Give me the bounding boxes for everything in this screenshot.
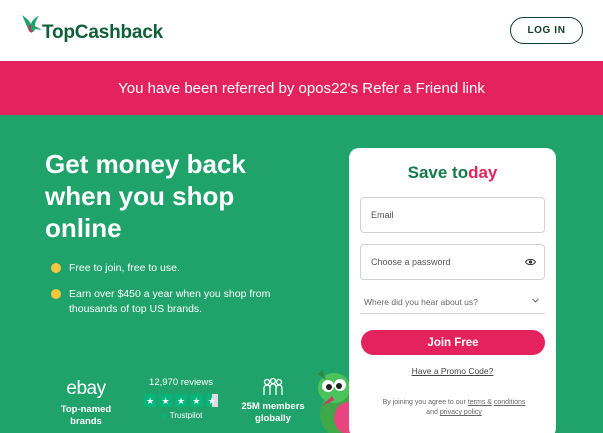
trustpilot-rating: ★ ★ ★ ★ ★ bbox=[143, 394, 219, 407]
trustpilot-logo: ★ Trustpilot bbox=[144, 410, 218, 422]
terms-link[interactable]: terms & bbox=[468, 399, 492, 406]
benefit-item: Earn over $450 a year when you shop from… bbox=[51, 287, 291, 317]
password-placeholder: Choose a password bbox=[371, 257, 451, 267]
privacy-policy-link[interactable]: privacy policy bbox=[440, 409, 482, 416]
terms-notice: By joining you agree to our terms & cond… bbox=[379, 398, 529, 418]
trustpilot-star-icon: ★ bbox=[159, 411, 168, 421]
and-text: and bbox=[426, 409, 438, 416]
email-field[interactable]: Email bbox=[360, 197, 545, 233]
referral-message: You have been referred by opos22's Refer… bbox=[118, 79, 485, 97]
promo-code-link[interactable]: Have a Promo Code? bbox=[349, 366, 556, 376]
stat-trustpilot: 12,970 reviews ★ ★ ★ ★ ★ ★ Trustpilot bbox=[143, 377, 219, 422]
half-star-icon: ★ bbox=[205, 394, 219, 407]
referral-banner: You have been referred by opos22's Refer… bbox=[0, 61, 603, 115]
eye-icon[interactable] bbox=[525, 258, 536, 266]
title-emphasis: day bbox=[468, 163, 498, 182]
star-icon: ★ bbox=[143, 394, 157, 407]
stat-ebay: ebay Top-named brands bbox=[58, 379, 114, 428]
people-icon bbox=[263, 377, 283, 395]
ebay-logo: ebay bbox=[66, 378, 106, 399]
email-placeholder: Email bbox=[371, 210, 394, 220]
signup-title: Save today bbox=[349, 163, 556, 183]
bullet-dot-icon bbox=[51, 263, 61, 273]
star-icon: ★ bbox=[190, 394, 203, 407]
bullet-dot-icon bbox=[51, 289, 61, 299]
benefit-item: Free to join, free to use. bbox=[51, 261, 180, 276]
password-field[interactable]: Choose a password bbox=[360, 244, 545, 280]
join-free-button[interactable]: Join Free bbox=[361, 330, 545, 355]
chevron-down-icon bbox=[532, 298, 539, 303]
terms-prefix: By joining you agree to our bbox=[382, 399, 466, 406]
benefit-text: Free to join, free to use. bbox=[69, 262, 180, 274]
benefit-text: Earn over $450 a year when you shop from… bbox=[69, 288, 271, 315]
ebay-caption: Top-named brands bbox=[60, 404, 112, 427]
members-caption: 25M members globally bbox=[241, 401, 305, 424]
hero-headline: Get money back when you shop online bbox=[45, 149, 246, 243]
referral-source-select[interactable]: Where did you hear about us? bbox=[360, 290, 545, 314]
hummingbird-icon bbox=[22, 15, 42, 33]
reviews-count: 12,970 reviews bbox=[149, 377, 213, 388]
signup-card: Save today Email Choose a password Where… bbox=[349, 148, 556, 433]
conditions-link[interactable]: conditions bbox=[494, 399, 526, 406]
title-part: Save to bbox=[407, 163, 469, 182]
select-placeholder: Where did you hear about us? bbox=[364, 296, 478, 307]
star-icon: ★ bbox=[174, 394, 188, 407]
trustpilot-label: Trustpilot bbox=[169, 411, 203, 420]
topcashback-logo[interactable]: TopCashback bbox=[20, 12, 163, 48]
hero-section: Get money back when you shop online Free… bbox=[0, 115, 603, 433]
site-header: TopCashback LOG IN bbox=[0, 0, 603, 61]
star-icon: ★ bbox=[159, 394, 172, 407]
login-button[interactable]: LOG IN bbox=[510, 17, 583, 44]
stat-members: 25M members globally bbox=[239, 377, 307, 425]
logo-text: TopCashback bbox=[42, 22, 163, 43]
